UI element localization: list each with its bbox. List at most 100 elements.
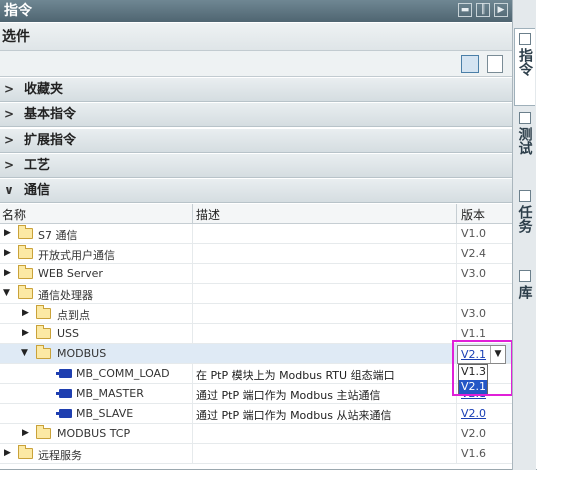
side-tab-instructions[interactable]: 指令 — [514, 28, 535, 106]
row-name: WEB Server — [38, 267, 103, 280]
section-technology[interactable]: > 工艺 — [0, 154, 512, 178]
function-block-icon — [56, 409, 72, 418]
table-header: 名称 描述 版本 — [0, 204, 512, 224]
row-version: V1.1 — [461, 327, 487, 340]
tree-row-mb-comm-load[interactable]: MB_COMM_LOAD 在 PtP 模块上为 Modbus RTU 组态端口 — [0, 364, 512, 384]
row-name: MODBUS TCP — [57, 427, 131, 440]
tree-row-mb-master[interactable]: MB_MASTER 通过 PtP 端口作为 Modbus 主站通信 V2.1 — [0, 384, 512, 404]
expand-triangle-icon[interactable]: ▶ — [4, 248, 11, 258]
tile-view-icon[interactable] — [461, 55, 479, 73]
column-version-header[interactable]: 版本 — [461, 206, 485, 223]
row-description: 通过 PtP 端口作为 Modbus 从站来通信 — [196, 409, 392, 422]
column-divider — [456, 204, 457, 224]
side-tab-libraries[interactable]: 库 — [514, 266, 535, 326]
side-tab-testing[interactable]: 测试 — [514, 108, 535, 184]
row-name: 远程服务 — [38, 449, 82, 462]
expand-triangle-icon[interactable]: ▶ — [4, 448, 11, 458]
side-tab-label: 任务 — [516, 205, 533, 233]
section-label: 基本指令 — [24, 107, 77, 122]
side-tab-tasks[interactable]: 任务 — [514, 186, 535, 262]
row-name: S7 通信 — [38, 229, 78, 242]
task-card-tabs: 指令 测试 任务 库 — [512, 0, 536, 470]
highlight-box — [452, 340, 513, 396]
collapse-arrow-icon: ∨ — [4, 183, 14, 197]
row-name: 通信处理器 — [38, 289, 93, 302]
section-label: 工艺 — [24, 158, 51, 173]
row-version: V2.4 — [461, 247, 487, 260]
tree-row-open-user-comm[interactable]: ▶ 开放式用户通信 V2.4 — [0, 244, 512, 264]
expand-triangle-icon[interactable]: ▶ — [22, 308, 29, 318]
collapse-triangle-icon[interactable]: ▼ — [21, 348, 28, 358]
folder-icon — [36, 425, 51, 439]
side-tab-label: 指令 — [517, 48, 533, 76]
row-version: V3.0 — [461, 267, 487, 280]
testing-tab-icon — [518, 112, 531, 124]
section-basic-instructions[interactable]: > 基本指令 — [0, 103, 512, 127]
column-divider — [192, 204, 193, 224]
folder-icon — [18, 285, 33, 299]
function-block-icon — [56, 369, 72, 378]
tree-row-mb-slave[interactable]: MB_SLAVE 通过 PtP 端口作为 Modbus 从站来通信 V2.0 — [0, 404, 512, 424]
row-name: 点到点 — [57, 309, 90, 322]
folder-icon — [18, 245, 33, 259]
tree-row-comm-processor[interactable]: ▼ 通信处理器 — [0, 284, 512, 304]
row-version-link[interactable]: V2.0 — [461, 407, 486, 420]
folder-icon — [18, 265, 33, 279]
tree-row-modbus[interactable]: ▼ MODBUS — [0, 344, 512, 364]
expand-triangle-icon[interactable]: ▶ — [22, 328, 29, 338]
folder-icon — [36, 345, 51, 359]
expand-triangle-icon[interactable]: ▶ — [4, 228, 11, 238]
row-version: V2.0 — [461, 427, 487, 440]
instructions-tab-icon — [519, 33, 531, 45]
collapse-right-icon[interactable]: ▶ — [494, 3, 508, 17]
options-label: 选件 — [2, 29, 30, 45]
libraries-tab-icon — [518, 270, 531, 282]
row-description: 在 PtP 模块上为 Modbus RTU 组态端口 — [196, 369, 395, 382]
options-header[interactable]: 选件 — [0, 23, 512, 51]
row-name: MB_SLAVE — [76, 407, 134, 420]
column-name-header[interactable]: 名称 — [2, 206, 26, 223]
tasks-tab-icon — [518, 190, 531, 202]
columns-icon[interactable]: ║ — [476, 3, 490, 17]
folder-icon — [18, 445, 33, 459]
section-favorites[interactable]: > 收藏夹 — [0, 78, 512, 102]
panel-title-bar: 指令 ▬ ║ ▶ — [0, 0, 512, 22]
expand-triangle-icon[interactable]: ▶ — [22, 428, 29, 438]
section-label: 通信 — [24, 183, 51, 198]
panel-bottom-border — [0, 469, 537, 470]
section-extended-instructions[interactable]: > 扩展指令 — [0, 129, 512, 153]
tree-row-uss[interactable]: ▶ USS V1.1 — [0, 324, 512, 344]
function-block-icon — [56, 389, 72, 398]
side-tab-label: 库 — [516, 285, 533, 299]
folder-icon — [36, 305, 51, 319]
collapse-triangle-icon[interactable]: ▼ — [3, 288, 10, 298]
folder-icon — [36, 325, 51, 339]
tree-row-s7[interactable]: ▶ S7 通信 V1.0 — [0, 224, 512, 244]
list-view-icon[interactable] — [487, 55, 503, 73]
row-name: MB_COMM_LOAD — [76, 367, 170, 380]
row-version: V1.6 — [461, 447, 487, 460]
row-name: MODBUS — [57, 347, 107, 360]
expand-triangle-icon[interactable]: ▶ — [4, 268, 11, 278]
tree-row-ptp[interactable]: ▶ 点到点 V3.0 — [0, 304, 512, 324]
section-communication[interactable]: ∨ 通信 — [0, 179, 512, 203]
view-toolbar — [0, 51, 512, 77]
row-name: USS — [57, 327, 80, 340]
expand-arrow-icon: > — [3, 82, 15, 96]
panel-title: 指令 — [4, 3, 32, 19]
float-window-icon[interactable]: ▬ — [458, 3, 472, 17]
column-description-header[interactable]: 描述 — [196, 206, 220, 223]
row-version: V1.0 — [461, 227, 487, 240]
row-version: V3.0 — [461, 307, 487, 320]
window-controls: ▬ ║ ▶ — [458, 3, 508, 17]
side-tab-label: 测试 — [516, 127, 533, 155]
row-name: MB_MASTER — [76, 387, 144, 400]
tree-row-modbus-tcp[interactable]: ▶ MODBUS TCP V2.0 — [0, 424, 512, 444]
section-label: 扩展指令 — [24, 133, 77, 148]
tree-row-remote-service[interactable]: ▶ 远程服务 V1.6 — [0, 444, 512, 464]
section-label: 收藏夹 — [24, 82, 64, 97]
row-description: 通过 PtP 端口作为 Modbus 主站通信 — [196, 389, 381, 402]
tree-row-web-server[interactable]: ▶ WEB Server V3.0 — [0, 264, 512, 284]
expand-arrow-icon: > — [3, 158, 15, 172]
folder-icon — [18, 225, 33, 239]
